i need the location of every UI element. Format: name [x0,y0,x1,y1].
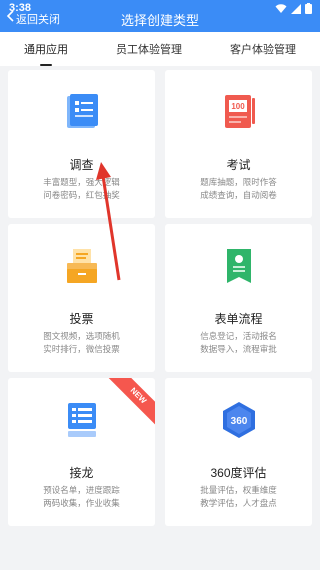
card-desc-line: 实时排行，微信投票 [43,344,120,354]
card-desc-line: 两码收集，作业收集 [43,498,120,508]
top-bar: 3:38 返回 关闭 选择创建类型 [0,0,320,32]
card-exam[interactable]: 100 考试 题库抽题，限时作答 成绩查询，自动阅卷 [165,70,312,218]
card-description: 题库抽题，限时作答 成绩查询，自动阅卷 [175,176,302,202]
card-desc-line: 教学评估，人才盘点 [200,498,277,508]
card-desc-line: 批量评估，权重维度 [200,485,277,495]
card-desc-line: 丰富题型，强大逻辑 [43,177,120,187]
card-title: 接龙 [69,466,94,480]
card-vote[interactable]: 投票 图文视频，选项随机 实时排行，微信投票 [8,224,155,372]
page-title: 选择创建类型 [120,13,199,28]
card-title: 360度评估 [210,466,267,480]
card-form-workflow[interactable]: 表单流程 信息登记，活动报名 数据导入，流程审批 [165,224,312,372]
card-desc-line: 成绩查询，自动阅卷 [200,190,277,200]
card-desc-line: 信息登记，活动报名 [200,331,277,341]
tab-employee-experience[interactable]: 员工体验管理 [112,35,186,63]
card-desc-line: 题库抽题，限时作答 [200,177,277,187]
card-title: 表单流程 [214,312,263,326]
tab-general[interactable]: 通用应用 [20,35,72,66]
card-description: 丰富题型，强大逻辑 问卷密码，红包抽奖 [18,176,145,202]
chain-icon [67,403,96,437]
360-icon: 360 [222,402,255,438]
form-icon [226,249,251,283]
card-survey[interactable]: 调查 丰富题型，强大逻辑 问卷密码，红包抽奖 [8,70,155,218]
card-description: 预设名单，进度跟踪 两码收集，作业收集 [18,484,145,510]
tab-bar: 通用应用 员工体验管理 客户体验管理 [0,32,320,66]
vote-icon [66,249,97,283]
card-description: 图文视频，选项随机 实时排行，微信投票 [18,330,145,356]
card-desc-line: 问卷密码，红包抽奖 [43,190,120,200]
svg-text:360: 360 [230,416,247,427]
card-description: 批量评估，权重维度 教学评估，人才盘点 [175,484,302,510]
survey-icon [66,94,98,128]
card-desc-line: 预设名单，进度跟踪 [43,485,120,495]
card-desc-line: 数据导入，流程审批 [200,344,277,354]
card-360-evaluation[interactable]: 360 360度评估 批量评估，权重维度 教学评估，人才盘点 [165,378,312,526]
card-description: 信息登记，活动报名 数据导入，流程审批 [175,330,302,356]
card-chain[interactable]: NEW 接龙 预设名单，进度跟踪 两码收集，作业收集 [8,378,155,526]
card-title: 调查 [69,158,94,172]
tab-customer-experience[interactable]: 客户体验管理 [226,35,300,63]
card-title: 考试 [226,158,251,172]
card-title: 投票 [69,312,94,326]
new-badge: NEW [107,378,155,427]
svg-text:100: 100 [231,102,245,111]
card-desc-line: 图文视频，选项随机 [43,331,120,341]
exam-icon: 100 [224,95,255,128]
type-grid: 调查 丰富题型，强大逻辑 问卷密码，红包抽奖 100 考试 题库抽题，限时作答 … [8,70,312,526]
